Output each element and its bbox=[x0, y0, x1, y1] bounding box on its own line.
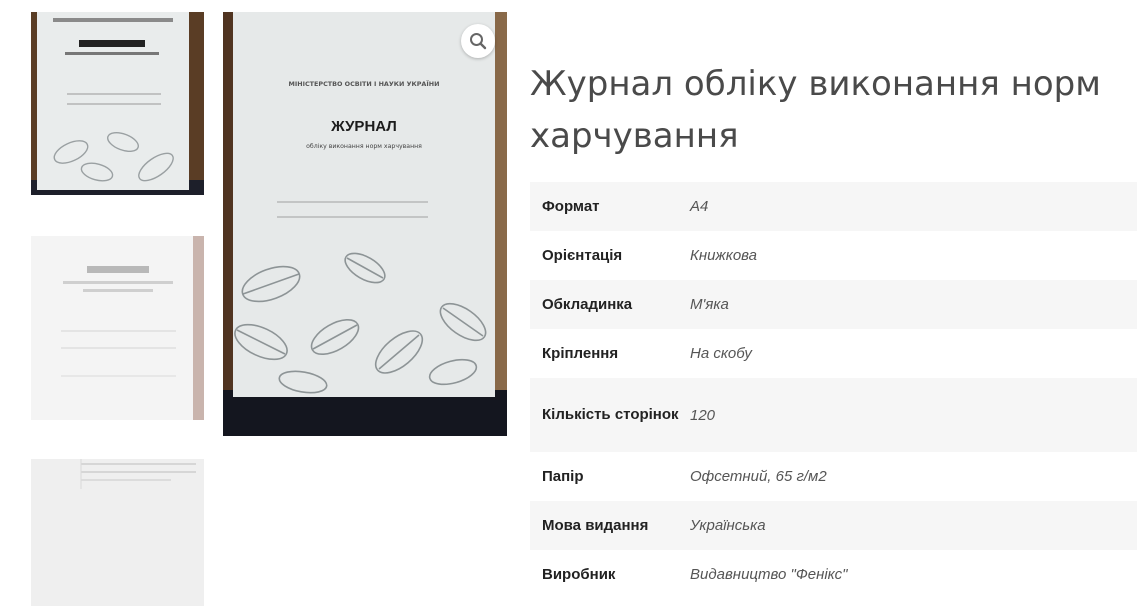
spec-value: А4 bbox=[690, 198, 709, 215]
spec-row-binding: Кріплення На скобу bbox=[530, 329, 1137, 378]
spec-value: Книжкова bbox=[690, 247, 758, 264]
spec-row-manufacturer: Виробник Видавництво "Фенікс" bbox=[530, 550, 1137, 599]
spec-value: Офсетний, 65 г/м2 bbox=[690, 468, 827, 485]
gallery-thumbnail-3[interactable] bbox=[31, 459, 204, 606]
spec-row-format: Формат А4 bbox=[530, 182, 1137, 231]
spec-row-language: Мова видання Українська bbox=[530, 501, 1137, 550]
spec-label: Мова видання bbox=[542, 516, 649, 534]
spec-value: На скобу bbox=[690, 345, 752, 362]
spec-value: Видавництво "Фенікс" bbox=[690, 566, 848, 583]
spec-row-page-count: Кількість сторінок 120 bbox=[530, 378, 1137, 452]
specifications-table: Формат А4 Орієнтація Книжкова Обкладинка… bbox=[530, 182, 1137, 599]
cover-ministry-text: МІНІСТЕРСТВО ОСВІТИ І НАУКИ УКРАЇНИ bbox=[289, 79, 440, 88]
cover-journal-text: ЖУРНАЛ bbox=[330, 118, 397, 135]
cover-photo: МІНІСТЕРСТВО ОСВІТИ І НАУКИ УКРАЇНИ ЖУРН… bbox=[223, 12, 507, 436]
spec-row-orientation: Орієнтація Книжкова bbox=[530, 231, 1137, 280]
spec-label: Папір bbox=[542, 467, 584, 485]
spec-label: Формат bbox=[542, 197, 600, 215]
spec-label: Орієнтація bbox=[542, 246, 623, 264]
main-product-image[interactable]: МІНІСТЕРСТВО ОСВІТИ І НАУКИ УКРАЇНИ ЖУРН… bbox=[223, 12, 507, 436]
zoom-button[interactable] bbox=[461, 24, 495, 58]
product-title: Журнал обліку виконання норм харчування bbox=[530, 64, 1101, 156]
spec-label: Кріплення bbox=[542, 344, 619, 362]
spec-label: Обкладинка bbox=[542, 295, 633, 313]
title-page-thumbnail-image bbox=[31, 236, 204, 420]
spec-label: Кількість сторінок bbox=[542, 406, 679, 423]
search-icon bbox=[470, 33, 487, 50]
spec-row-cover: Обкладинка М'яка bbox=[530, 280, 1137, 329]
spec-row-paper: Папір Офсетний, 65 г/м2 bbox=[530, 452, 1137, 501]
gallery-thumbnail-2[interactable] bbox=[31, 236, 204, 420]
spec-label: Виробник bbox=[542, 565, 616, 583]
cover-thumbnail-image bbox=[31, 12, 204, 195]
spec-value: М'яка bbox=[690, 296, 729, 313]
inner-page-thumbnail-image bbox=[31, 459, 204, 606]
spec-value: 120 bbox=[690, 406, 716, 424]
gallery-thumbnail-1[interactable] bbox=[31, 12, 204, 195]
cover-subtitle-text: обліку виконання норм харчування bbox=[306, 142, 422, 150]
spec-value: Українська bbox=[690, 517, 766, 534]
